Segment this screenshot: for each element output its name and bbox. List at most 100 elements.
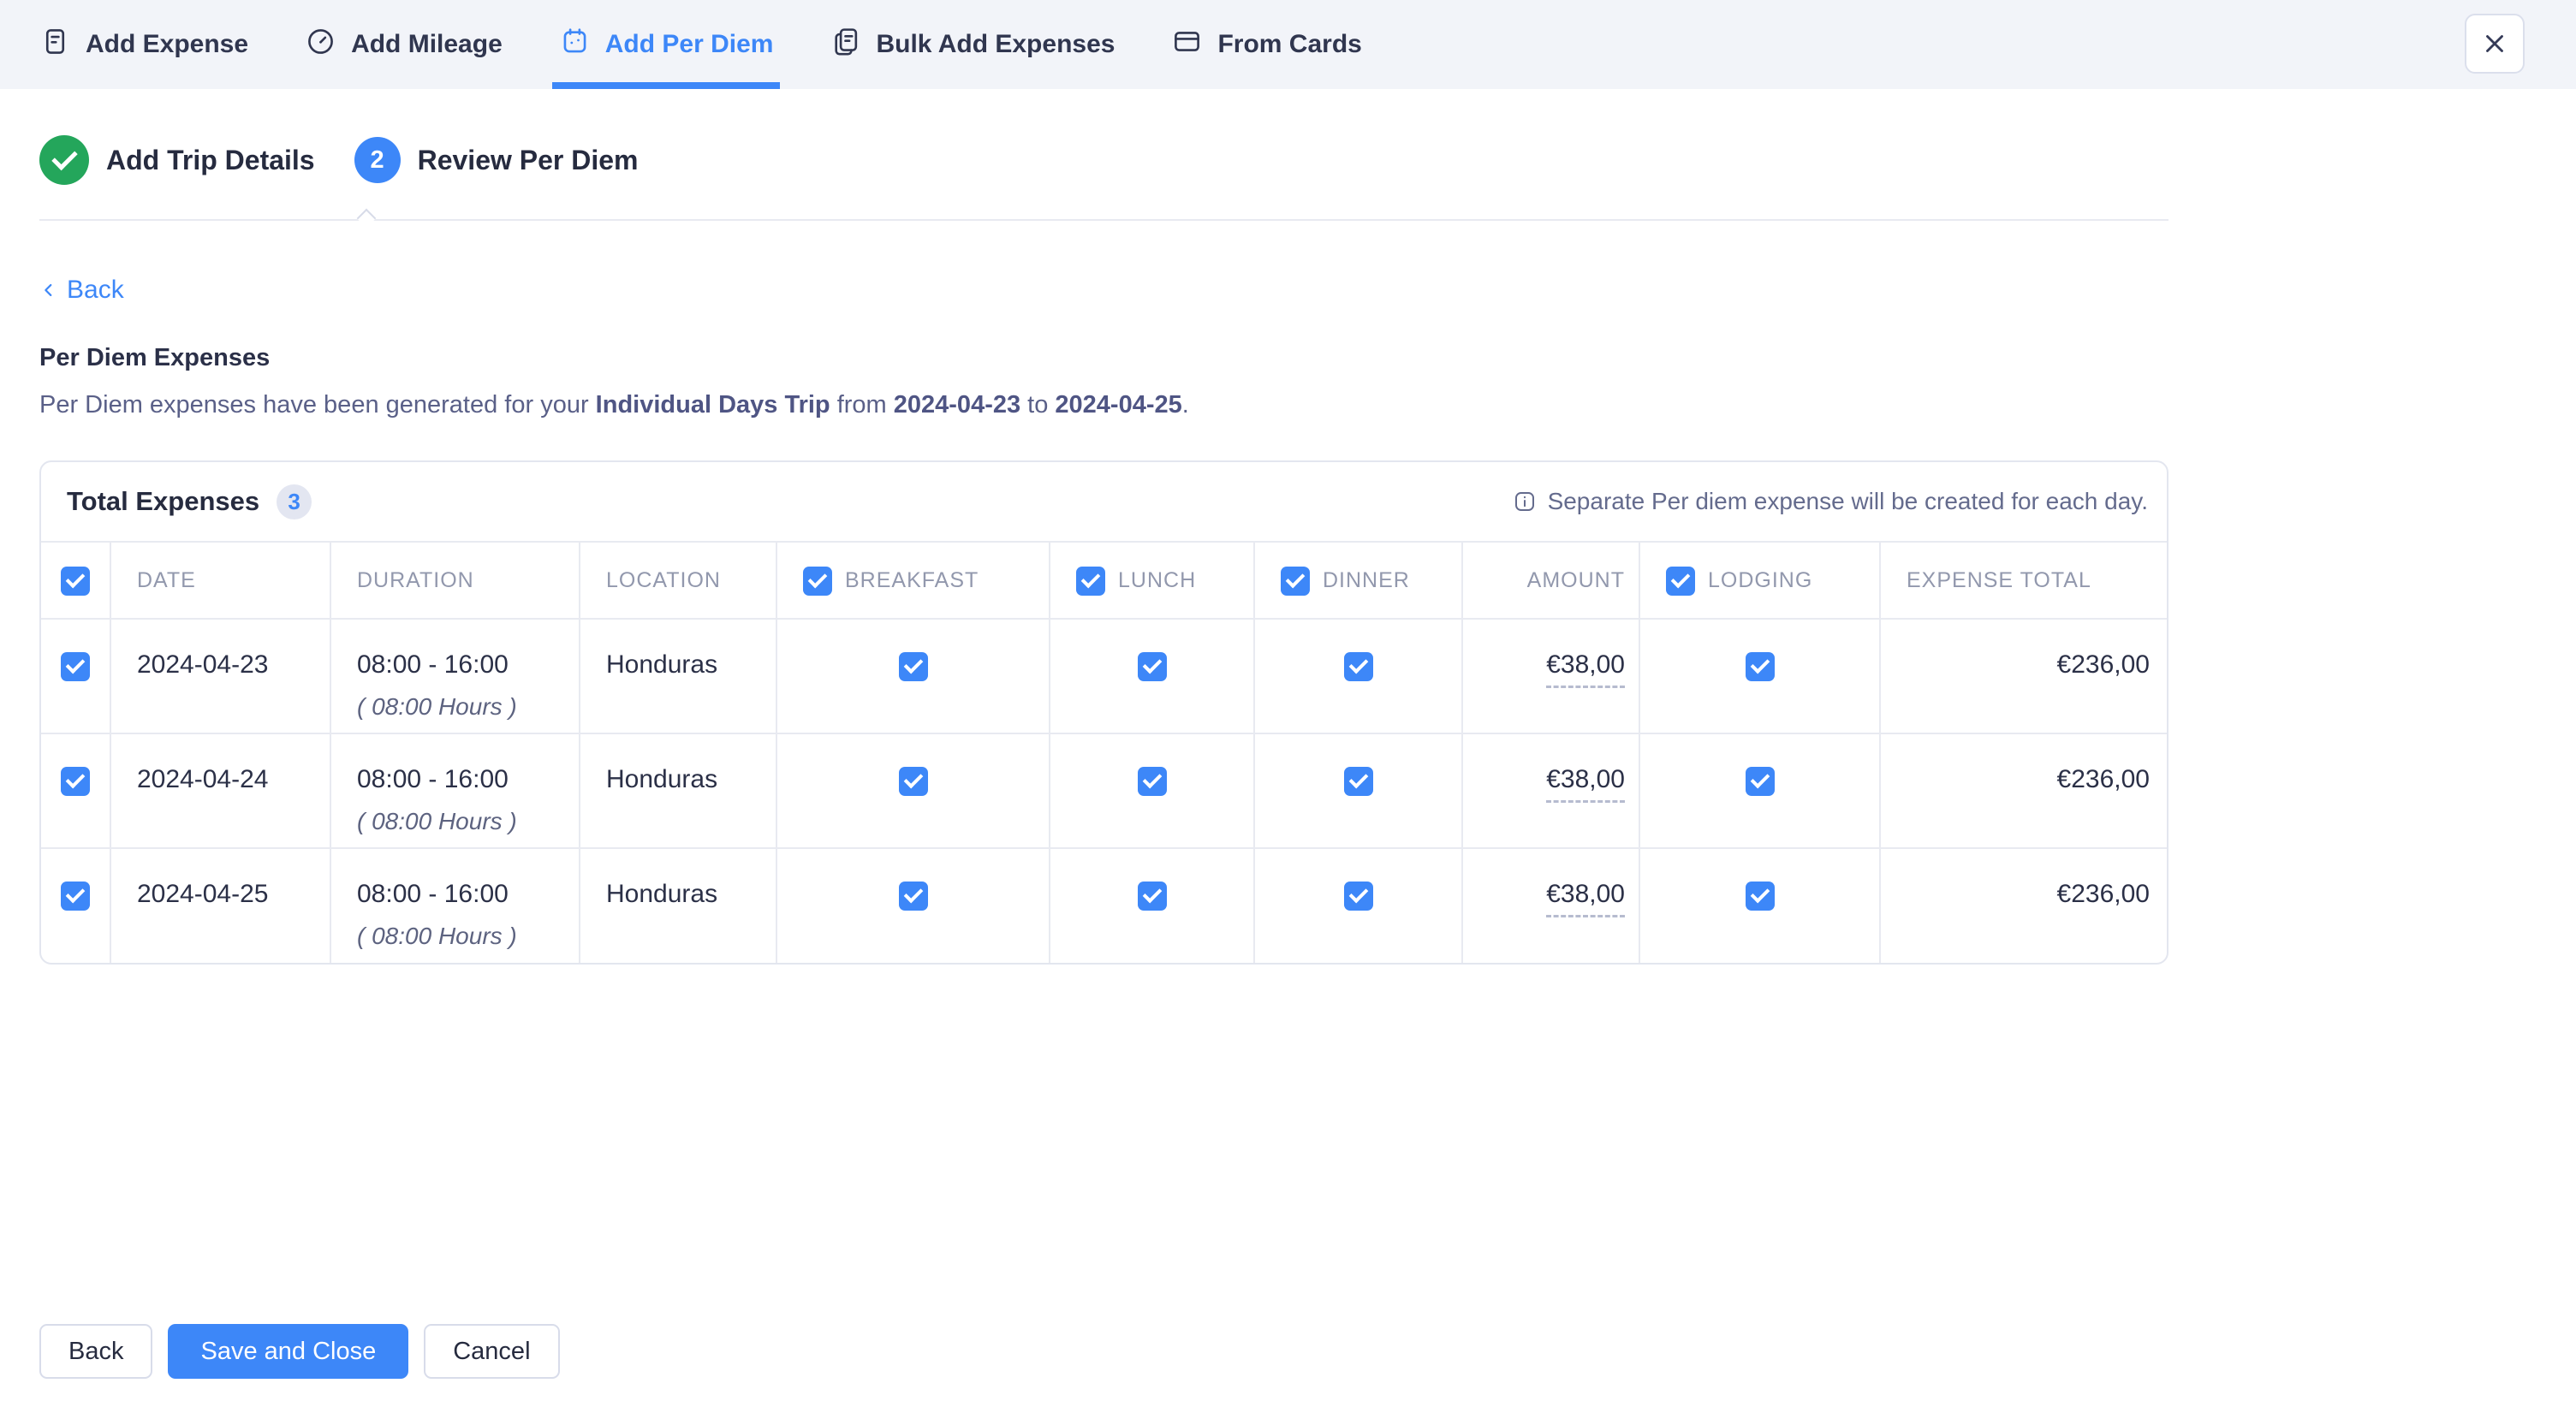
table-row: 2024-04-23 08:00 - 16:00( 08:00 Hours ) …	[41, 619, 2167, 733]
table-header-row: DATE DURATION LOCATION BREAKFAST LUNCH D…	[41, 542, 2167, 619]
back-link[interactable]: Back	[39, 276, 124, 305]
lodging-checkbox[interactable]	[1746, 652, 1775, 681]
duration-cell: 08:00 - 16:00 ( 08:00 Hours )	[330, 733, 580, 848]
footer-actions: Back Save and Close Cancel	[39, 1324, 560, 1379]
receipt-icon	[39, 26, 71, 64]
stepper: Add Trip Details 2 Review Per Diem	[39, 135, 2576, 185]
step-review-per-diem[interactable]: 2 Review Per Diem	[354, 137, 639, 183]
mileage-icon	[305, 26, 336, 64]
count-badge: 3	[277, 484, 312, 519]
expense-total-cell: €236,00	[1880, 848, 2167, 963]
end-date: 2024-04-25	[1055, 391, 1181, 419]
lodging-checkbox[interactable]	[1746, 882, 1775, 911]
lodging-checkbox[interactable]	[1746, 767, 1775, 796]
stepper-divider	[39, 219, 2168, 221]
breakfast-checkbox[interactable]	[899, 767, 928, 796]
lodging-all-checkbox[interactable]	[1666, 567, 1695, 596]
step-add-trip-details[interactable]: Add Trip Details	[39, 135, 315, 185]
tab-from-cards[interactable]: From Cards	[1171, 0, 1361, 89]
step-label: Add Trip Details	[106, 145, 315, 176]
per-diem-note-text: Separate Per diem expense will be create…	[1548, 488, 2148, 515]
close-icon	[2480, 29, 2509, 58]
tab-add-per-diem[interactable]: Add Per Diem	[559, 0, 774, 89]
tab-label: Add Mileage	[351, 30, 503, 59]
date-cell: 2024-04-24	[110, 733, 330, 848]
expenses-card-header: Total Expenses 3 Separate Per diem expen…	[41, 462, 2167, 541]
start-date: 2024-04-23	[894, 391, 1020, 419]
column-header-date: DATE	[110, 542, 330, 619]
duration-cell: 08:00 - 16:00 ( 08:00 Hours )	[330, 848, 580, 963]
row-select-checkbox[interactable]	[61, 882, 90, 911]
amount-field[interactable]: €38,00	[1546, 765, 1625, 803]
breakfast-checkbox[interactable]	[899, 882, 928, 911]
chevron-left-icon	[39, 281, 58, 300]
back-button[interactable]: Back	[39, 1324, 152, 1379]
location-cell: Honduras	[580, 619, 776, 733]
calendar-icon	[559, 26, 591, 64]
column-header-duration: DURATION	[330, 542, 580, 619]
back-link-label: Back	[67, 276, 124, 305]
tab-add-mileage[interactable]: Add Mileage	[305, 0, 503, 89]
breakfast-checkbox[interactable]	[899, 652, 928, 681]
amount-field[interactable]: €38,00	[1546, 650, 1625, 688]
cancel-button[interactable]: Cancel	[424, 1324, 559, 1379]
dinner-checkbox[interactable]	[1344, 767, 1373, 796]
column-header-location: LOCATION	[580, 542, 776, 619]
expense-total-cell: €236,00	[1880, 733, 2167, 848]
bulk-expenses-icon	[830, 26, 861, 64]
lunch-all-checkbox[interactable]	[1076, 567, 1105, 596]
table-row: 2024-04-25 08:00 - 16:00( 08:00 Hours ) …	[41, 848, 2167, 963]
tab-label: Bulk Add Expenses	[876, 30, 1115, 59]
expenses-card: Total Expenses 3 Separate Per diem expen…	[39, 460, 2168, 965]
description-text: to	[1020, 391, 1055, 419]
breakfast-all-checkbox[interactable]	[803, 567, 832, 596]
info-icon	[1512, 489, 1538, 514]
step-label: Review Per Diem	[418, 145, 639, 176]
duration-value: 08:00 - 16:00	[357, 765, 579, 794]
duration-hours: ( 08:00 Hours )	[357, 808, 579, 835]
dinner-checkbox[interactable]	[1344, 882, 1373, 911]
stepper-caret	[357, 209, 377, 229]
tab-label: Add Expense	[86, 30, 248, 59]
step-complete-check-icon	[39, 135, 89, 185]
duration-value: 08:00 - 16:00	[357, 650, 579, 680]
trip-name: Individual Days Trip	[596, 391, 830, 419]
dinner-checkbox[interactable]	[1344, 652, 1373, 681]
page-title: Per Diem Expenses	[39, 344, 2576, 372]
column-header-lunch: LUNCH	[1118, 568, 1196, 593]
duration-hours: ( 08:00 Hours )	[357, 923, 579, 950]
description: Per Diem expenses have been generated fo…	[39, 391, 2576, 419]
column-header-amount: AMOUNT	[1462, 542, 1639, 619]
tab-label: Add Per Diem	[605, 30, 774, 59]
column-header-lodging: LODGING	[1708, 568, 1812, 593]
expense-total-cell: €236,00	[1880, 619, 2167, 733]
location-cell: Honduras	[580, 848, 776, 963]
save-and-close-button[interactable]: Save and Close	[168, 1324, 408, 1379]
close-button[interactable]	[2465, 14, 2525, 74]
description-text: .	[1182, 391, 1189, 419]
column-header-expense-total: EXPENSE TOTAL	[1880, 542, 2167, 619]
column-header-dinner: DINNER	[1323, 568, 1410, 593]
row-select-checkbox[interactable]	[61, 652, 90, 681]
per-diem-table: DATE DURATION LOCATION BREAKFAST LUNCH D…	[41, 541, 2167, 963]
description-text: Per Diem expenses have been generated fo…	[39, 391, 596, 419]
column-header-breakfast: BREAKFAST	[845, 568, 979, 593]
row-select-checkbox[interactable]	[61, 767, 90, 796]
duration-cell: 08:00 - 16:00 ( 08:00 Hours )	[330, 619, 580, 733]
description-text: from	[830, 391, 894, 419]
lunch-checkbox[interactable]	[1138, 652, 1167, 681]
amount-field[interactable]: €38,00	[1546, 880, 1625, 917]
duration-value: 08:00 - 16:00	[357, 880, 579, 909]
tab-bulk-add-expenses[interactable]: Bulk Add Expenses	[830, 0, 1115, 89]
lunch-checkbox[interactable]	[1138, 882, 1167, 911]
select-all-checkbox[interactable]	[61, 567, 90, 596]
tab-label: From Cards	[1217, 30, 1361, 59]
per-diem-note: Separate Per diem expense will be create…	[1512, 488, 2148, 515]
date-cell: 2024-04-23	[110, 619, 330, 733]
lunch-checkbox[interactable]	[1138, 767, 1167, 796]
card-title: Total Expenses	[67, 486, 259, 517]
tab-add-expense[interactable]: Add Expense	[39, 0, 248, 89]
tab-bar: Add Expense Add Mileage Add Per Diem Bul…	[0, 0, 2576, 89]
dinner-all-checkbox[interactable]	[1281, 567, 1310, 596]
duration-hours: ( 08:00 Hours )	[357, 693, 579, 721]
